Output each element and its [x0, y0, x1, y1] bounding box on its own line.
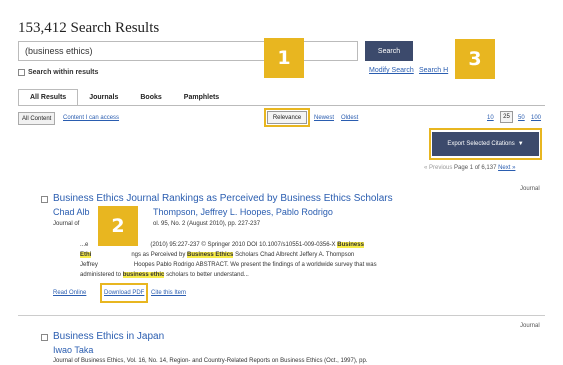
- result-snippet-line: Ethi ngs as Perceived by Business Ethics …: [80, 252, 355, 258]
- filter-all-content[interactable]: All Content: [18, 112, 56, 125]
- tab-books[interactable]: Books: [129, 89, 172, 106]
- search-input[interactable]: [18, 41, 358, 61]
- callout-badge-2: 2: [98, 206, 138, 246]
- per-page-25[interactable]: 25: [500, 111, 513, 123]
- per-page-50[interactable]: 50: [518, 115, 525, 121]
- export-citations-label: Export Selected Citations: [447, 141, 515, 147]
- sort-relevance-button[interactable]: Relevance: [267, 111, 307, 124]
- pagination: « Previous Page 1 of 6,137 Next »: [424, 165, 515, 171]
- search-within-checkbox[interactable]: [18, 69, 25, 76]
- tab-journals[interactable]: Journals: [78, 89, 129, 106]
- tabs-divider: [18, 105, 545, 106]
- per-page-100[interactable]: 100: [531, 115, 541, 121]
- next-page-link[interactable]: Next »: [498, 165, 515, 171]
- result-authors-end[interactable]: Thompson, Jeffrey L. Hoopes, Pablo Rodri…: [153, 207, 333, 217]
- search-within-label: Search within results: [28, 69, 99, 76]
- search-help-link[interactable]: Search H: [419, 67, 448, 74]
- callout-badge-1: 1: [264, 38, 304, 78]
- callout-badge-3: 3: [455, 39, 495, 79]
- filter-content-i-can-access[interactable]: Content I can access: [63, 115, 119, 121]
- result-title-link[interactable]: Business Ethics in Japan: [53, 331, 164, 342]
- previous-page-link[interactable]: « Previous: [424, 165, 452, 171]
- result-authors-start[interactable]: Chad Alb: [53, 207, 90, 217]
- result-journal-start: Journal of: [53, 221, 80, 227]
- per-page-10[interactable]: 10: [487, 115, 494, 121]
- sort-newest-link[interactable]: Newest: [314, 115, 334, 121]
- result-authors[interactable]: Iwao Taka: [53, 345, 93, 355]
- results-tabs: All Results Journals Books Pamphlets: [18, 89, 230, 106]
- search-results-page: 153,412 Search Results Search Search wit…: [0, 0, 563, 365]
- result-journal: Journal of Business Ethics, Vol. 16, No.…: [53, 358, 368, 364]
- cite-item-link[interactable]: Cite this Item: [151, 290, 186, 296]
- results-count-heading: 153,412 Search Results: [18, 20, 160, 36]
- search-button[interactable]: Search: [365, 41, 413, 61]
- tab-all-results[interactable]: All Results: [18, 89, 79, 106]
- result-type-label: Journal: [520, 186, 540, 192]
- result-divider: [18, 315, 545, 316]
- result-snippet-line: Jeffrey Hoopes Pablo Rodrigo ABSTRACT. We…: [80, 262, 377, 268]
- result-select-checkbox[interactable]: [41, 334, 48, 341]
- page-indicator: Page 1 of 6,137: [454, 165, 497, 171]
- download-pdf-link[interactable]: Download PDF: [104, 290, 144, 296]
- result-title-link[interactable]: Business Ethics Journal Rankings as Perc…: [53, 193, 393, 204]
- export-citations-button[interactable]: Export Selected Citations ▼: [432, 132, 539, 156]
- search-within-results[interactable]: Search within results: [18, 69, 98, 76]
- result-journal-end: ol. 95, No. 2 (August 2010), pp. 227-237: [153, 221, 261, 227]
- chevron-down-icon: ▼: [517, 141, 524, 147]
- tab-pamphlets[interactable]: Pamphlets: [173, 89, 230, 106]
- sort-oldest-link[interactable]: Oldest: [341, 115, 358, 121]
- result-type-label: Journal: [520, 323, 540, 329]
- result-snippet-line: administered to business ethic scholars …: [80, 272, 249, 278]
- modify-search-link[interactable]: Modify Search: [369, 67, 414, 74]
- result-select-checkbox[interactable]: [41, 196, 48, 203]
- read-online-link[interactable]: Read Online: [53, 290, 86, 296]
